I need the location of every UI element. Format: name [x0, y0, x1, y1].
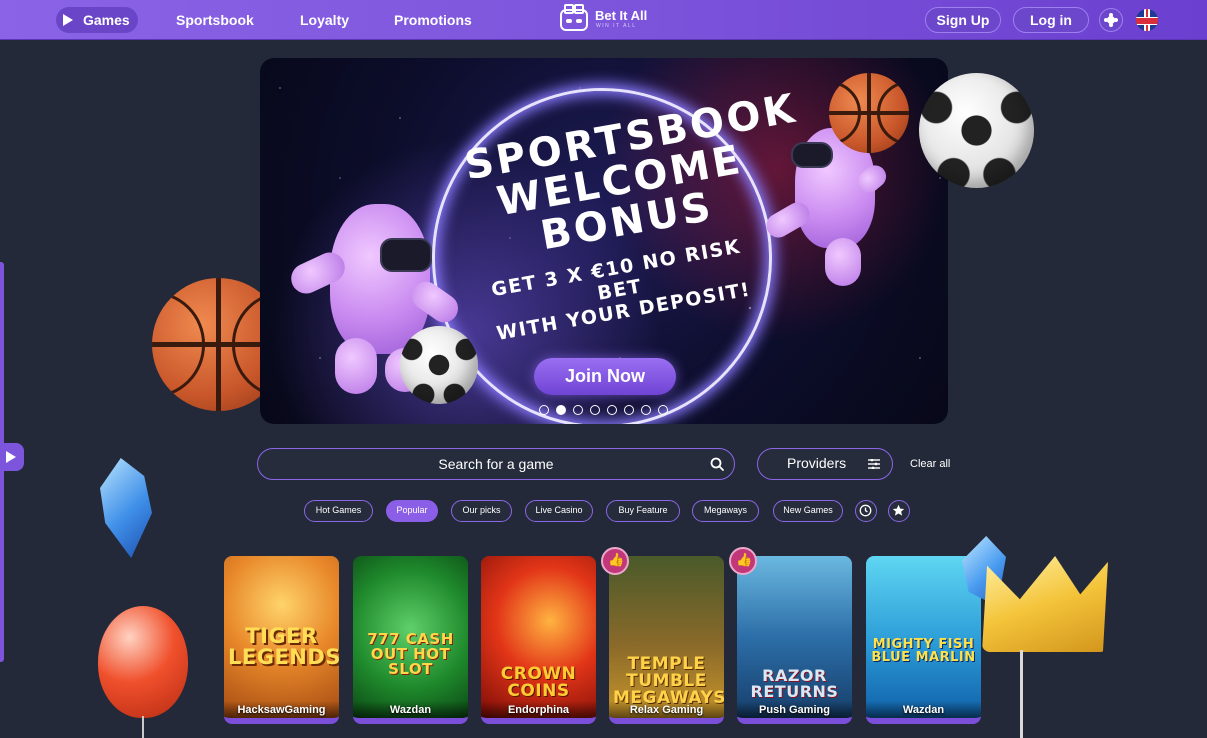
side-panel-toggle[interactable]	[0, 443, 24, 471]
nav-promotions[interactable]: Promotions	[394, 9, 472, 31]
game-provider: Wazdan	[353, 701, 468, 718]
game-provider: Wazdan	[866, 701, 981, 718]
game-search-field[interactable]	[257, 448, 735, 480]
carousel-dot[interactable]	[624, 405, 634, 415]
game-card-razor-returns[interactable]: RAZOR RETURNS Push Gaming	[737, 556, 852, 724]
filter-live-casino[interactable]: Live Casino	[525, 500, 593, 522]
game-title: TEMPLE TUMBLE MEGAWAYS	[613, 654, 724, 708]
clear-all-link[interactable]: Clear all	[910, 458, 950, 470]
filter-buy-feature[interactable]: Buy Feature	[606, 500, 680, 522]
carousel-dot[interactable]	[556, 405, 566, 415]
filter-our-picks[interactable]: Our picks	[451, 500, 512, 522]
balloon-decoration	[98, 606, 188, 718]
filter-popular[interactable]: Popular	[386, 500, 438, 522]
providers-label: Providers	[787, 455, 847, 471]
game-card-tiger-legends[interactable]: TIGER LEGENDS HacksawGaming	[224, 556, 339, 724]
basketball-graphic	[829, 73, 909, 153]
game-card-temple-tumble[interactable]: TEMPLE TUMBLE MEGAWAYS Relax Gaming	[609, 556, 724, 724]
game-title: 777 CASH OUT HOT SLOT	[367, 630, 454, 678]
game-title: MIGHTY FISH BLUE MARLIN	[871, 637, 976, 665]
carousel-dots	[539, 405, 669, 415]
soccer-ball-graphic	[400, 326, 478, 404]
carousel-dot[interactable]	[590, 405, 600, 415]
nav-games[interactable]: Games	[56, 7, 138, 33]
game-provider: Endorphina	[481, 701, 596, 718]
play-icon	[63, 14, 73, 26]
carousel-dot[interactable]	[658, 405, 668, 415]
carousel-dot[interactable]	[641, 405, 651, 415]
mascot-logo-icon	[560, 4, 588, 31]
filter-icon	[868, 459, 880, 469]
providers-dropdown[interactable]: Providers	[757, 448, 893, 480]
search-icon[interactable]	[710, 457, 724, 471]
uk-flag-icon[interactable]	[1136, 9, 1158, 31]
game-card-mighty-fish[interactable]: MIGHTY FISH BLUE MARLIN Wazdan	[866, 556, 981, 724]
carousel-dot[interactable]	[573, 405, 583, 415]
search-input[interactable]	[258, 449, 734, 479]
carousel-dot[interactable]	[607, 405, 617, 415]
game-provider: Relax Gaming	[609, 701, 724, 718]
join-now-button[interactable]: Join Now	[534, 358, 676, 395]
login-button[interactable]: Log in	[1013, 7, 1089, 33]
crown-balloon-stick	[1020, 650, 1023, 738]
game-title: TIGER LEGENDS	[228, 624, 339, 669]
thumbs-up-icon	[729, 547, 757, 575]
game-title: RAZOR RETURNS	[750, 666, 839, 701]
nav-sportsbook[interactable]: Sportsbook	[176, 9, 254, 31]
filter-megaways[interactable]: Megaways	[692, 500, 759, 522]
brand-name: Bet It All	[595, 8, 648, 23]
star-icon[interactable]	[888, 500, 910, 522]
game-provider: HacksawGaming	[224, 701, 339, 718]
game-title: CROWN COINS	[500, 664, 577, 701]
history-icon[interactable]	[855, 500, 877, 522]
thumbs-up-icon	[601, 547, 629, 575]
nav-loyalty[interactable]: Loyalty	[300, 9, 349, 31]
brand-logo[interactable]: Bet It All WIN IT ALL	[560, 4, 660, 33]
signup-button[interactable]: Sign Up	[925, 7, 1001, 33]
crystal-decoration	[100, 458, 152, 558]
game-card-crown-coins[interactable]: CROWN COINS Endorphina	[481, 556, 596, 724]
brand-tagline: WIN IT ALL	[596, 23, 637, 29]
game-card-hot-slot[interactable]: 777 CASH OUT HOT SLOT Wazdan	[353, 556, 468, 724]
game-provider: Push Gaming	[737, 701, 852, 718]
filter-hot-games[interactable]: Hot Games	[304, 500, 373, 522]
carousel-dot[interactable]	[539, 405, 549, 415]
filter-new-games[interactable]: New Games	[773, 500, 843, 522]
top-navigation: Games Sportsbook Loyalty Promotions Bet …	[0, 0, 1207, 40]
balloon-string	[142, 716, 144, 738]
soccer-ball-decoration	[919, 73, 1034, 188]
nav-games-label: Games	[83, 12, 130, 28]
sun-icon[interactable]	[1099, 8, 1123, 32]
